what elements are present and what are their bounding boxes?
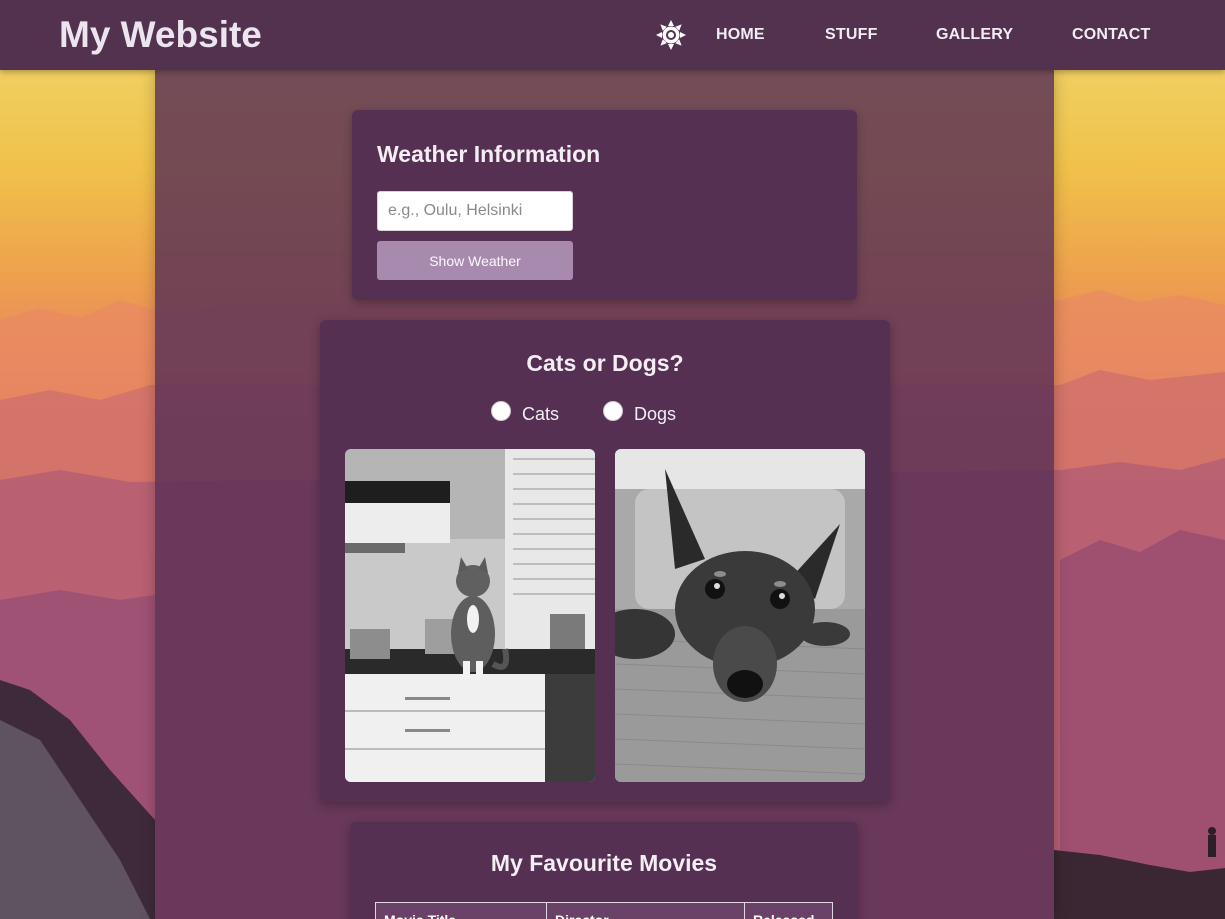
pets-title: Cats or Dogs?: [526, 350, 684, 376]
cats-radio-label[interactable]: Cats: [522, 404, 559, 425]
table-header-row: Movie Title Director Released: [375, 902, 833, 919]
city-input[interactable]: [377, 191, 573, 231]
dogs-radio[interactable]: [603, 401, 623, 421]
sun-icon[interactable]: [655, 19, 687, 51]
weather-title: Weather Information: [377, 141, 601, 167]
site-header: My Website HOME STUFF GALLERY CONTACT: [0, 0, 1225, 70]
cats-or-dogs-card: Cats or Dogs? Cats Dogs: [320, 320, 890, 802]
nav-stuff[interactable]: STUFF: [825, 26, 878, 44]
column-header-director: Director: [546, 902, 745, 919]
movies-table: Movie Title Director Released: [375, 902, 833, 919]
site-title[interactable]: My Website: [59, 14, 262, 56]
main-content: Weather Information Show Weather Cats or…: [155, 70, 1054, 919]
nav-gallery[interactable]: GALLERY: [936, 26, 1013, 44]
nav-contact[interactable]: CONTACT: [1072, 26, 1150, 44]
column-header-released: Released: [744, 902, 833, 919]
nav-home[interactable]: HOME: [716, 26, 765, 44]
show-weather-button[interactable]: Show Weather: [377, 241, 573, 280]
weather-card: Weather Information Show Weather: [352, 110, 857, 300]
cat-photo: [345, 449, 595, 782]
dogs-radio-label[interactable]: Dogs: [634, 404, 676, 425]
movies-title: My Favourite Movies: [490, 850, 718, 876]
movies-card: My Favourite Movies Movie Title Director…: [350, 822, 858, 919]
cats-radio[interactable]: [491, 401, 511, 421]
column-header-title: Movie Title: [375, 902, 547, 919]
dog-photo: [615, 449, 865, 782]
